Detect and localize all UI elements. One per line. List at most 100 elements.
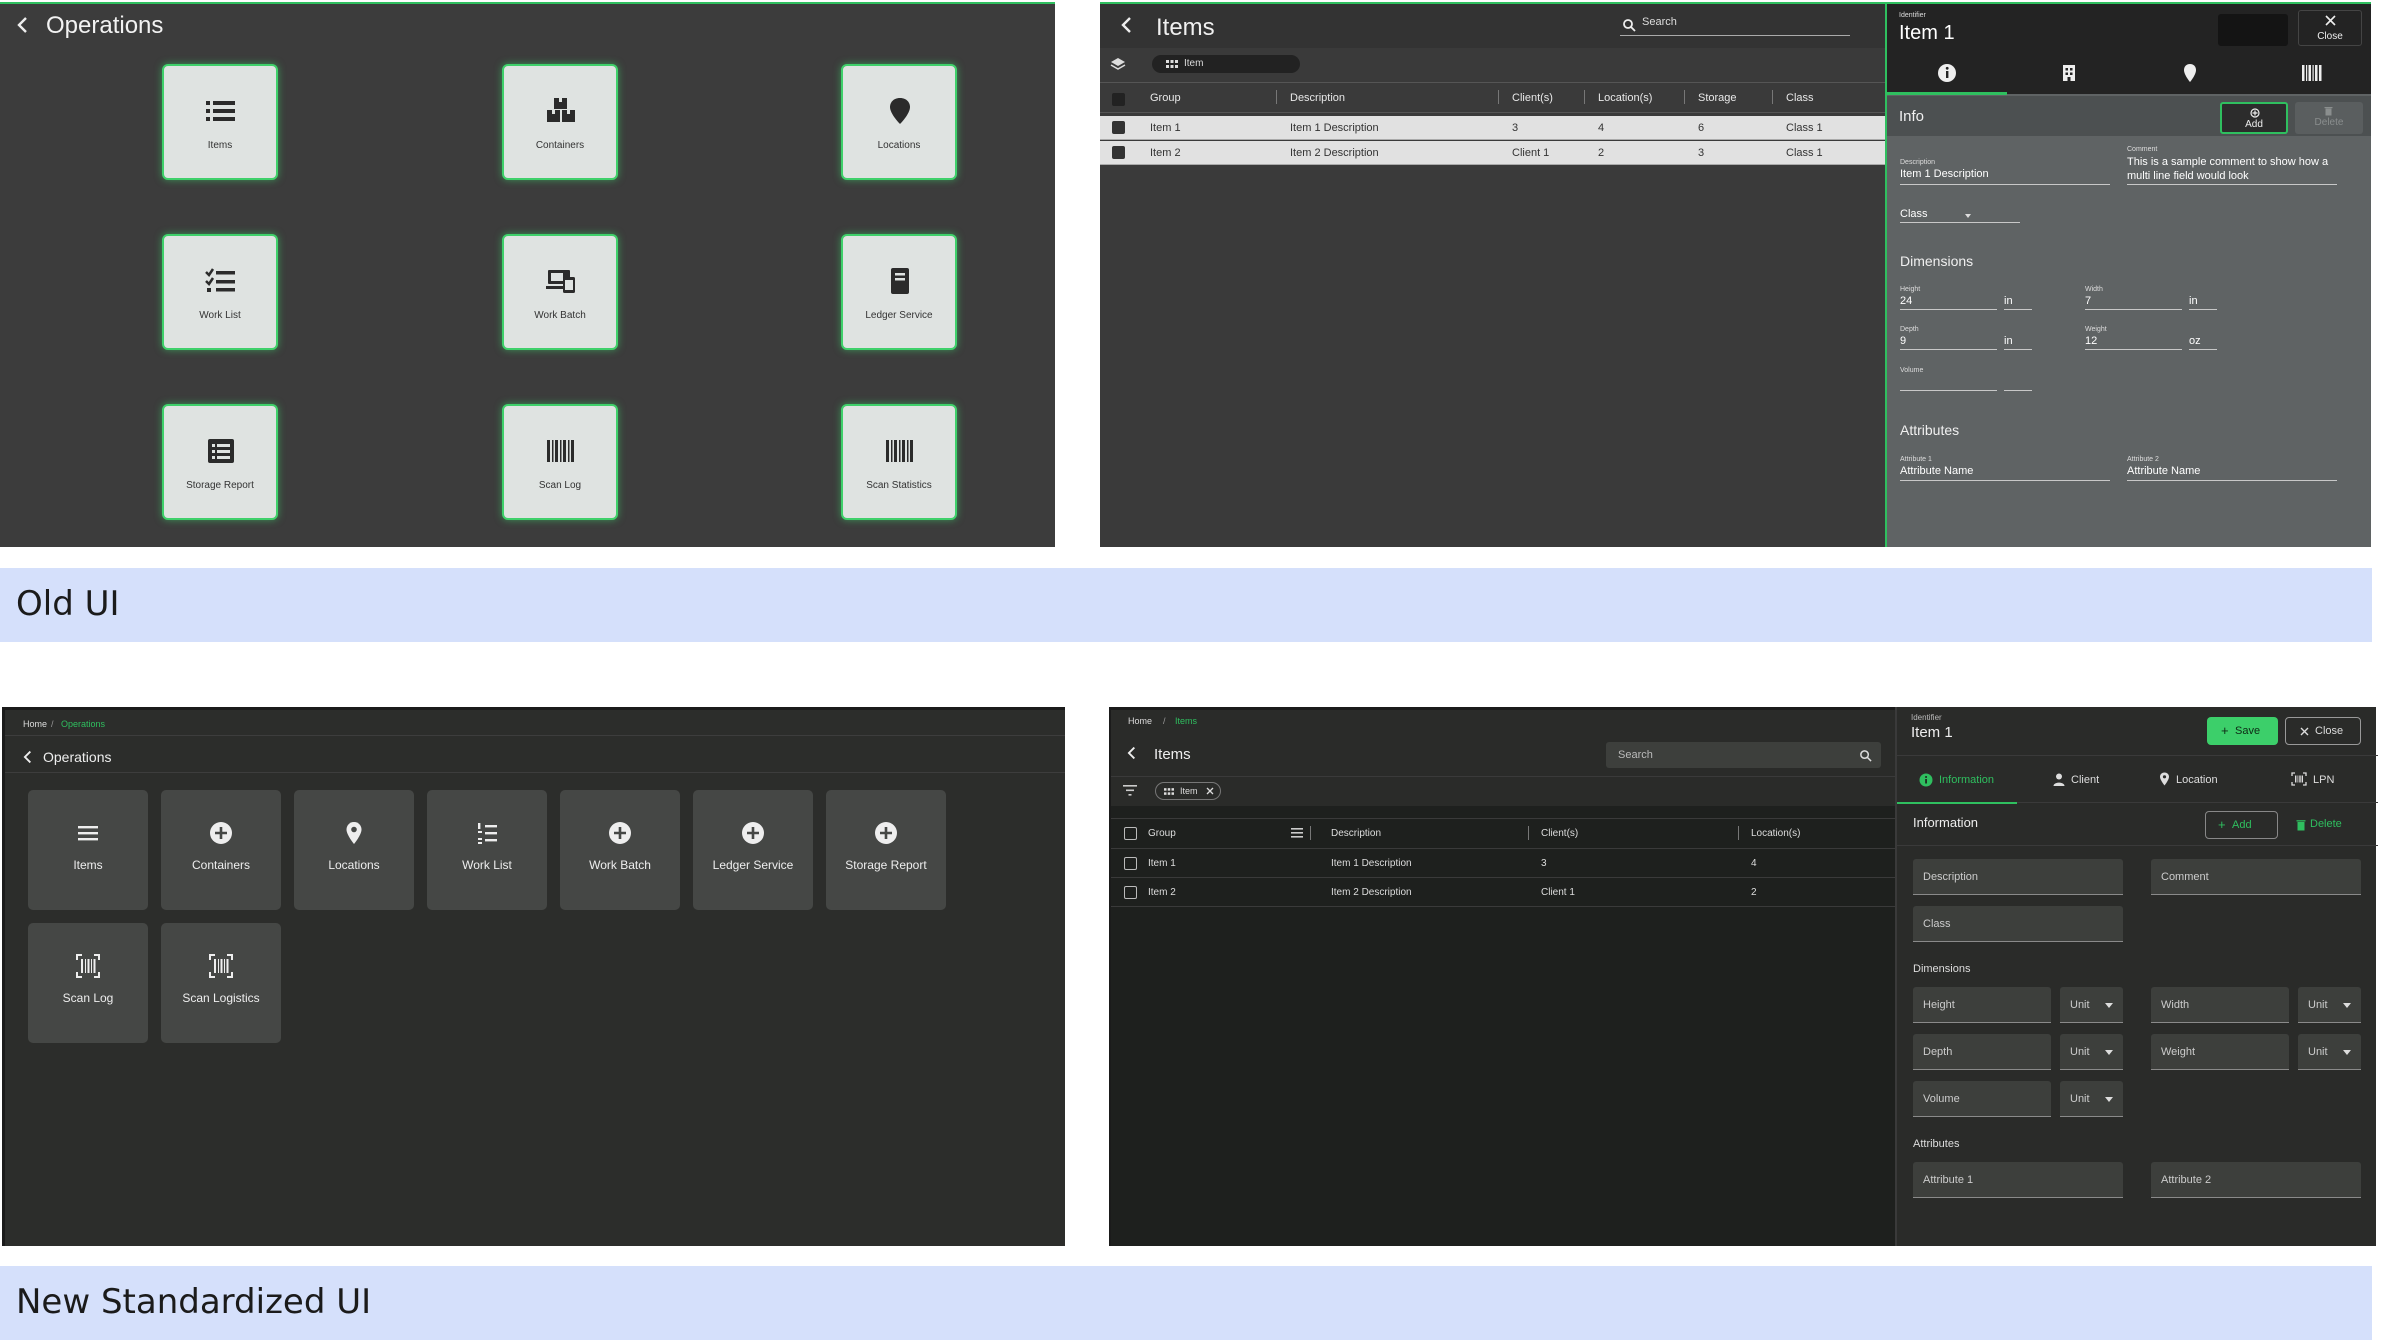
depth-unit-select[interactable]: Unit (2060, 1034, 2123, 1070)
tile-containers[interactable]: Containers (502, 64, 618, 180)
column-header-description[interactable]: Description (1331, 828, 1381, 839)
delete-button[interactable]: Delete (2290, 811, 2358, 839)
table-row[interactable]: Item 1 Item 1 Description 3 4 6 Class 1 (1100, 116, 1885, 140)
table-row[interactable]: Item 1 Item 1 Description 3 4 (1111, 849, 1897, 878)
column-header-storage[interactable]: Storage (1698, 92, 1737, 104)
width-unit-select[interactable]: in (2189, 295, 2198, 307)
height-field[interactable]: 24 (1900, 295, 1912, 307)
tile-work-batch[interactable]: Work Batch (502, 234, 618, 350)
tile-containers[interactable]: Containers (161, 790, 281, 910)
back-arrow-icon[interactable] (21, 750, 35, 764)
tile-storage-report[interactable]: Storage Report (826, 790, 946, 910)
class-select[interactable]: Class (1900, 208, 1928, 220)
tile-scan-logistics[interactable]: Scan Logistics (161, 923, 281, 1043)
select-all-checkbox[interactable] (1124, 827, 1137, 840)
depth-field[interactable]: Depth (1913, 1034, 2051, 1070)
tile-scan-log[interactable]: Scan Log (502, 404, 618, 520)
row-checkbox[interactable] (1112, 146, 1125, 159)
tile-scan-statistics[interactable]: Scan Statistics (841, 404, 957, 520)
tile-storage-report[interactable]: Storage Report (162, 404, 278, 520)
filter-chip[interactable]: Item (1155, 782, 1221, 800)
tile-locations[interactable]: Locations (841, 64, 957, 180)
description-field[interactable]: Description (1913, 859, 2123, 895)
search-input[interactable]: Search (1620, 14, 1850, 36)
weight-unit-select[interactable]: Unit (2298, 1034, 2361, 1070)
volume-field[interactable]: Volume (1913, 1081, 2051, 1117)
tile-label: Ledger Service (712, 858, 794, 872)
menu-icon[interactable] (1291, 828, 1303, 838)
add-button[interactable]: + Add (2205, 811, 2278, 839)
tile-locations[interactable]: Locations (294, 790, 414, 910)
volume-unit-select[interactable] (2004, 390, 2032, 391)
tile-work-list[interactable]: Work List (162, 234, 278, 350)
tab-information[interactable]: Information (1897, 756, 2017, 804)
depth-unit-select[interactable]: in (2004, 335, 2013, 347)
tile-ledger-service[interactable]: Ledger Service (693, 790, 813, 910)
filter-icon[interactable] (1123, 785, 1137, 796)
column-header-group[interactable]: Group (1150, 92, 1181, 104)
table-row[interactable]: Item 2 Item 2 Description Client 1 2 (1111, 878, 1897, 907)
tile-scan-log[interactable]: Scan Log (28, 923, 148, 1043)
column-header-group[interactable]: Group (1148, 828, 1176, 839)
width-unit-select[interactable]: Unit (2298, 987, 2361, 1023)
volume-unit-select[interactable]: Unit (2060, 1081, 2123, 1117)
class-field[interactable]: Class (1913, 906, 2123, 942)
column-header-locations[interactable]: Location(s) (1598, 92, 1652, 104)
back-arrow-icon[interactable] (1125, 745, 1139, 761)
attribute-2-field[interactable]: Attribute Name (2127, 465, 2200, 477)
depth-field[interactable]: 9 (1900, 335, 1906, 347)
back-arrow-icon[interactable] (1118, 16, 1136, 34)
select-all-checkbox[interactable] (1112, 93, 1125, 106)
tile-items[interactable]: Items (28, 790, 148, 910)
filter-chip[interactable]: Item (1152, 55, 1300, 73)
row-checkbox[interactable] (1112, 121, 1125, 134)
layers-icon[interactable] (1110, 56, 1126, 72)
building-icon[interactable] (2059, 63, 2079, 83)
barcode-icon[interactable] (2301, 63, 2323, 83)
row-checkbox[interactable] (1124, 857, 1137, 870)
breadcrumb-home[interactable]: Home (1128, 716, 1152, 726)
height-field[interactable]: Height (1913, 987, 2051, 1023)
column-header-locations[interactable]: Location(s) (1751, 828, 1800, 839)
search-input[interactable]: Search (1606, 742, 1881, 768)
tile-work-batch[interactable]: Work Batch (560, 790, 680, 910)
save-button[interactable]: + Save (2207, 717, 2278, 745)
attribute-1-field[interactable]: Attribute Name (1900, 465, 1973, 477)
info-icon[interactable] (1937, 63, 1957, 83)
location-pin-icon[interactable] (2180, 63, 2200, 83)
comment-field[interactable]: This is a sample comment to show how a m… (2127, 155, 2337, 183)
weight-field[interactable]: 12 (2085, 335, 2097, 347)
width-field[interactable]: 7 (2085, 295, 2091, 307)
tile-items[interactable]: Items (162, 64, 278, 180)
height-unit-select[interactable]: in (2004, 295, 2013, 307)
description-field[interactable]: Item 1 Description (1900, 168, 1989, 180)
width-field[interactable]: Width (2151, 987, 2289, 1023)
tab-lpn[interactable]: LPN (2257, 756, 2378, 804)
weight-unit-select[interactable]: oz (2189, 335, 2201, 347)
close-icon[interactable] (1206, 787, 1214, 795)
tile-ledger-service[interactable]: Ledger Service (841, 234, 957, 350)
add-button[interactable]: Add (2220, 102, 2288, 134)
row-checkbox[interactable] (1124, 886, 1137, 899)
comment-field[interactable]: Comment (2151, 859, 2361, 895)
column-header-class[interactable]: Class (1786, 92, 1814, 104)
weight-field[interactable]: Weight (2151, 1034, 2289, 1070)
delete-button[interactable]: Delete (2295, 102, 2363, 134)
tile-work-list[interactable]: Work List (427, 790, 547, 910)
column-header-description[interactable]: Description (1290, 92, 1345, 104)
volume-field[interactable] (1900, 390, 1997, 391)
blank-action-button[interactable] (2218, 14, 2288, 46)
attribute-1-field[interactable]: Attribute 1 (1913, 1162, 2123, 1198)
height-unit-select[interactable]: Unit (2060, 987, 2123, 1023)
table-row[interactable]: Item 2 Item 2 Description Client 1 2 3 C… (1100, 141, 1885, 165)
attribute-2-field[interactable]: Attribute 2 (2151, 1162, 2361, 1198)
breadcrumb-home[interactable]: Home (23, 719, 47, 729)
back-arrow-icon[interactable] (14, 16, 32, 34)
tab-location[interactable]: Location (2137, 756, 2257, 804)
close-button[interactable]: Close (2285, 717, 2361, 745)
close-button[interactable]: Close (2298, 10, 2362, 46)
tab-client[interactable]: Client (2017, 756, 2137, 804)
new-operations-panel: Home / Operations Operations Items Conta… (2, 707, 1065, 1246)
column-header-clients[interactable]: Client(s) (1541, 828, 1578, 839)
column-header-clients[interactable]: Client(s) (1512, 92, 1553, 104)
